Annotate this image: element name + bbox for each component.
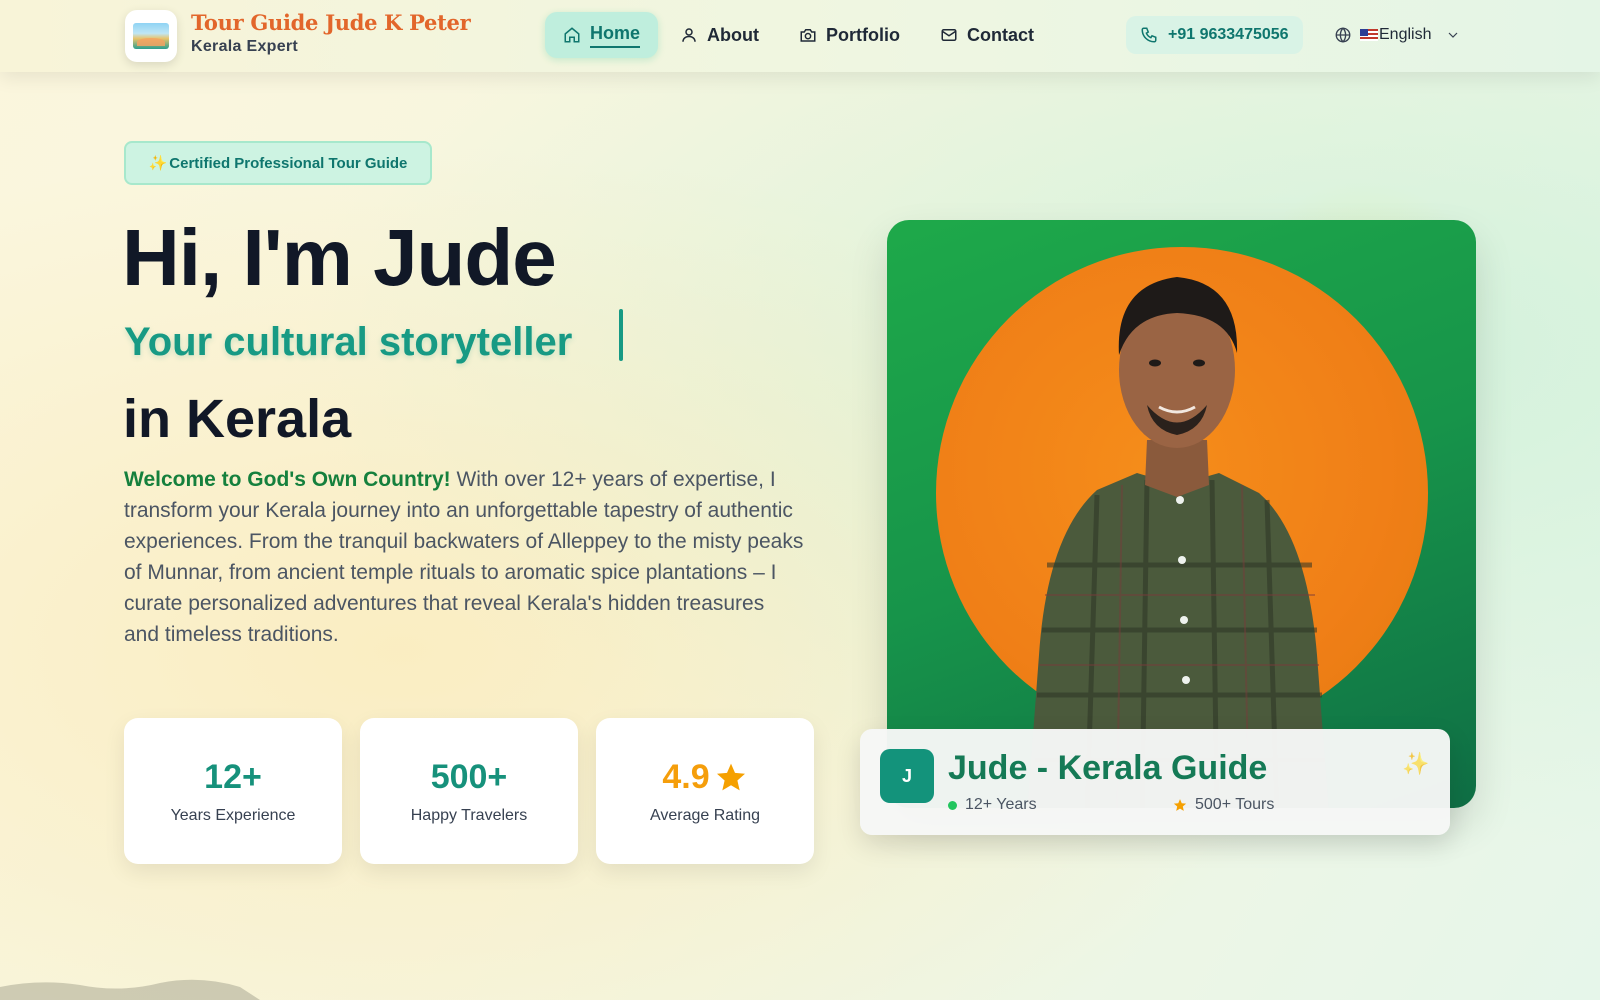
guide-card-title: Jude - Kerala Guide — [948, 749, 1268, 787]
brand-subtitle: Kerala Expert — [191, 38, 299, 55]
landscape-logo-icon — [133, 23, 169, 49]
nav-portfolio-label: Portfolio — [826, 24, 900, 45]
stat-label: Average Rating — [650, 806, 760, 824]
guide-photo-card — [887, 220, 1476, 808]
nav-about[interactable]: About — [662, 12, 777, 58]
site-header: Tour Guide Jude K Peter Kerala Expert Ho… — [0, 0, 1600, 72]
typing-caret — [619, 309, 623, 361]
stat-label: Happy Travelers — [410, 806, 528, 824]
nav-home[interactable]: Home — [545, 12, 659, 58]
welcome-highlight: Welcome to God's Own Country! — [124, 468, 451, 491]
phone-icon — [1141, 27, 1157, 43]
hero-location-line: in Kerala — [123, 389, 352, 449]
logo[interactable] — [125, 10, 177, 62]
camera-icon — [800, 29, 816, 42]
nav-contact-label: Contact — [967, 24, 1034, 45]
stat-value: 12+ — [204, 757, 262, 796]
star-icon — [1173, 799, 1187, 811]
nav-about-label: About — [707, 24, 759, 45]
star-icon — [716, 763, 745, 791]
hero-intro: Welcome to God's Own Country! With over … — [124, 464, 804, 650]
certified-badge-label: Certified Professional Tour Guide — [169, 154, 408, 172]
sparkle-icon: ✨ — [148, 155, 168, 172]
sparkle-icon: ✨ — [1402, 751, 1430, 776]
stat-rating-wrap: 4.9 — [662, 758, 747, 797]
chevron-down-icon — [1449, 32, 1458, 38]
stat-card-rating: 4.9 Average Rating — [596, 718, 814, 864]
intro-text: With over 12+ years of expertise, I tran… — [124, 468, 804, 646]
phone-button[interactable]: +91 9633475056 — [1126, 16, 1303, 54]
hero-greeting: Hi, I'm Jude — [122, 213, 557, 302]
guide-portrait-image — [1027, 277, 1329, 808]
language-label: English — [1379, 26, 1432, 43]
stats-row: 12+ Years Experience 500+ Happy Traveler… — [124, 718, 814, 864]
guide-tours-label: 500+ Tours — [1195, 796, 1275, 813]
stat-card-experience: 12+ Years Experience — [124, 718, 342, 864]
guide-name-card: J Jude - Kerala Guide 12+ Years 500+ Tou… — [860, 729, 1450, 835]
user-icon — [682, 28, 696, 42]
main-nav: Home About Portfolio Contact — [545, 12, 1052, 58]
phone-number: +91 9633475056 — [1168, 26, 1289, 43]
globe-icon — [1335, 27, 1351, 43]
stat-value: 500+ — [430, 757, 508, 796]
hero-tagline: Your cultural storyteller — [124, 320, 573, 364]
stat-card-travelers: 500+ Happy Travelers — [360, 718, 578, 864]
stat-label: Years Experience — [170, 806, 296, 824]
status-dot-icon — [948, 800, 957, 810]
us-flag-icon — [1360, 29, 1378, 41]
guide-years: 12+ Years — [948, 796, 1037, 814]
certified-badge: ✨ Certified Professional Tour Guide — [124, 141, 432, 185]
nav-home-label: Home — [590, 23, 641, 48]
stat-value: 4.9 — [662, 757, 710, 796]
guide-years-label: 12+ Years — [965, 796, 1037, 813]
guide-tours: 500+ Tours — [1173, 796, 1274, 814]
brand-title[interactable]: Tour Guide Jude K Peter — [191, 10, 471, 35]
mail-icon — [941, 29, 957, 41]
nav-portfolio[interactable]: Portfolio — [781, 12, 918, 58]
decorative-hills — [0, 979, 260, 1000]
avatar: J — [880, 749, 934, 803]
nav-contact[interactable]: Contact — [922, 12, 1052, 58]
home-icon — [564, 27, 580, 43]
language-selector[interactable]: English — [1334, 20, 1461, 50]
